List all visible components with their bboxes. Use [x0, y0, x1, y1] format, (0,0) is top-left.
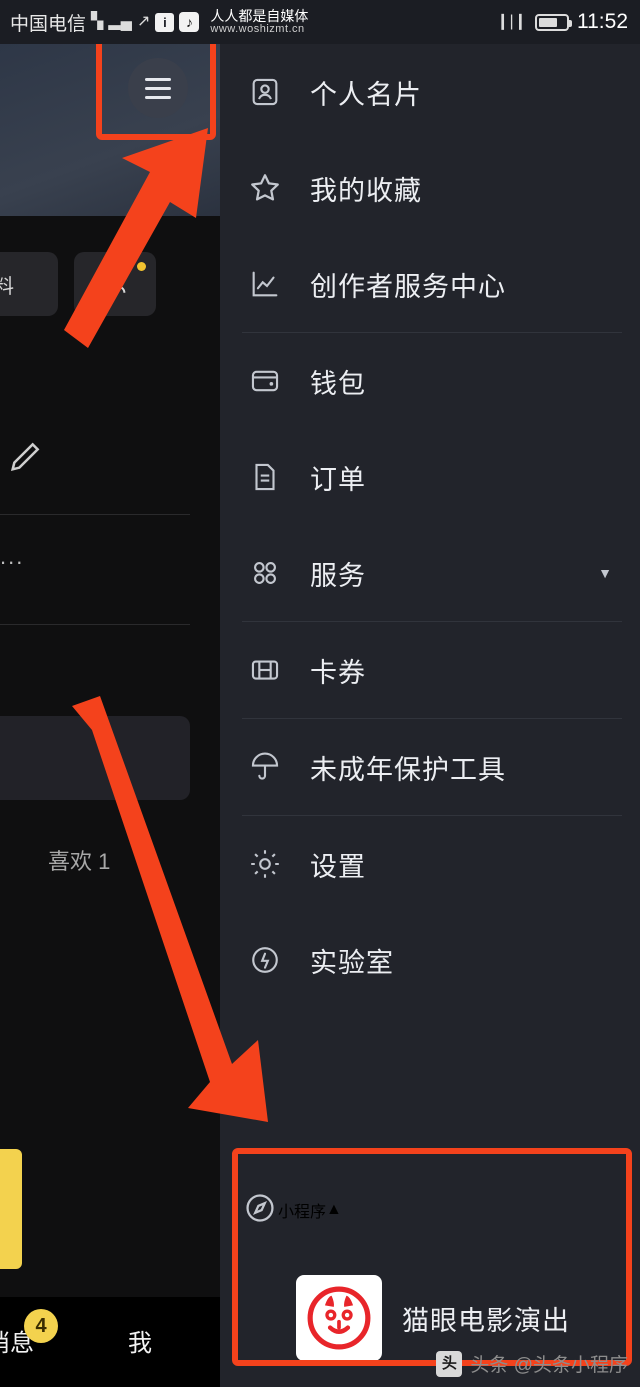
- watermark-line-1: 人人都是自媒体: [210, 9, 308, 24]
- red-box-hamburger: [96, 36, 216, 140]
- menu-item-label: 实验室: [310, 941, 394, 980]
- menu-item-label: 卡券: [310, 651, 366, 690]
- menu-item-wallet[interactable]: 钱包: [220, 333, 640, 429]
- menu-item-personal-card[interactable]: 个人名片: [220, 44, 640, 140]
- menu-item-lab[interactable]: 实验室: [220, 912, 640, 1008]
- toutiao-icon: 头: [436, 1351, 462, 1377]
- chart-line-icon: [242, 261, 288, 307]
- tab-messages[interactable]: 消息 4: [0, 1323, 34, 1358]
- tab-me-label: 我: [128, 1330, 152, 1357]
- red-box-miniprogram: [232, 1148, 632, 1366]
- content-card[interactable]: [0, 716, 190, 800]
- menu-item-services[interactable]: 服务 ▼: [220, 525, 640, 621]
- add-person-icon: [100, 269, 130, 299]
- tiktok-icon: ♪: [179, 12, 199, 32]
- menu-item-label: 订单: [310, 458, 366, 497]
- bottom-tabbar: 消息 4 我: [0, 1297, 220, 1387]
- status-bar: 中国电信 ▚ ▂▄ ↗ i ♪ 人人都是自媒体 www.woshizmt.cn …: [0, 0, 640, 44]
- menu-item-minor-protection[interactable]: 未成年保护工具: [220, 719, 640, 815]
- umbrella-icon: [242, 744, 288, 790]
- content-divider-2: [0, 624, 190, 625]
- yellow-accent-block: [0, 1149, 22, 1269]
- signal-icon: ▂▄: [108, 14, 132, 30]
- status-bar-right: ❙|❙ 11:52: [496, 10, 640, 34]
- carrier-label: 中国电信: [10, 9, 86, 36]
- wifi-icon: ▚: [91, 14, 103, 30]
- phone-screenshot: 料 ... 喜欢 1 消息 4: [0, 0, 640, 1387]
- watermark-line-2: www.woshizmt.cn: [210, 24, 308, 36]
- status-clock: 11:52: [577, 10, 628, 34]
- arrow-icon: ↗: [137, 14, 150, 30]
- overflow-dots[interactable]: ...: [0, 544, 24, 570]
- drawer-item-list: 个人名片 我的收藏 创作者服务中心: [220, 44, 640, 1008]
- menu-item-label: 个人名片: [310, 73, 422, 112]
- coupon-icon: [242, 647, 288, 693]
- gear-icon: [242, 841, 288, 887]
- background-app-content: 料 ... 喜欢 1 消息 4: [0, 44, 220, 1387]
- content-divider-1: [0, 514, 190, 515]
- menu-item-label: 服务: [310, 554, 366, 593]
- tab-messages-badge: 4: [24, 1309, 58, 1343]
- menu-item-label: 我的收藏: [310, 169, 422, 208]
- menu-item-coupons[interactable]: 卡券: [220, 622, 640, 718]
- menu-item-orders[interactable]: 订单: [220, 429, 640, 525]
- star-icon: [242, 165, 288, 211]
- tab-me[interactable]: 我: [128, 1323, 152, 1358]
- profile-chip-left[interactable]: 料: [0, 252, 58, 316]
- footer-watermark: 头 头条 @头条小程序: [436, 1350, 628, 1377]
- menu-item-label: 创作者服务中心: [310, 265, 506, 304]
- menu-item-settings[interactable]: 设置: [220, 816, 640, 912]
- status-bar-left: 中国电信 ▚ ▂▄ ↗ i ♪ 人人都是自媒体 www.woshizmt.cn: [0, 9, 308, 36]
- page-watermark: 人人都是自媒体 www.woshizmt.cn: [210, 9, 308, 35]
- footer-watermark-text: 头条 @头条小程序: [470, 1350, 628, 1377]
- menu-item-label: 钱包: [310, 362, 366, 401]
- profile-action-chips: 料: [0, 244, 220, 316]
- menu-item-favorites[interactable]: 我的收藏: [220, 140, 640, 236]
- add-person-chip[interactable]: [74, 252, 156, 316]
- chevron-down-icon[interactable]: ▼: [598, 565, 612, 581]
- wallet-icon: [242, 358, 288, 404]
- order-document-icon: [242, 454, 288, 500]
- grid-apps-icon: [242, 550, 288, 596]
- battery-icon: [535, 14, 569, 31]
- profile-chip-left-label: 料: [0, 270, 14, 299]
- menu-item-label: 未成年保护工具: [310, 748, 506, 787]
- menu-item-label: 设置: [310, 845, 366, 884]
- lab-flask-icon: [242, 937, 288, 983]
- vibrate-icon: ❙|❙: [496, 14, 527, 30]
- pencil-icon: [6, 436, 46, 476]
- info-badge-icon: i: [155, 13, 174, 32]
- like-count-label: 喜欢 1: [48, 844, 110, 876]
- menu-item-creator-center[interactable]: 创作者服务中心: [220, 236, 640, 332]
- edit-pencil-area[interactable]: [0, 374, 220, 514]
- contact-card-icon: [242, 69, 288, 115]
- chip-notification-dot: [137, 262, 146, 271]
